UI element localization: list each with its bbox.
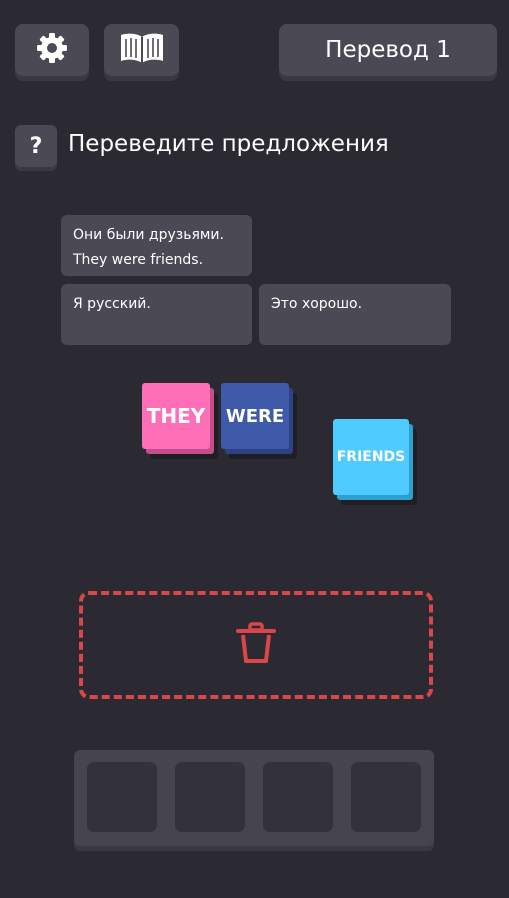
word-block-friends[interactable]: FRIENDS	[333, 419, 409, 495]
trash-icon	[234, 621, 278, 669]
sentence-text: Это хорошо.	[271, 296, 363, 312]
instruction-text: Переведите предложения	[68, 131, 389, 157]
book-icon	[118, 31, 166, 69]
word-slot[interactable]	[87, 762, 157, 832]
help-button[interactable]: ?	[15, 125, 57, 167]
word-block-they[interactable]: THEY	[142, 383, 210, 449]
word-slot-tray	[74, 750, 434, 846]
sentence-text: Я русский.	[73, 296, 151, 312]
word-block-were[interactable]: WERE	[221, 383, 289, 449]
sentence-card: Это хорошо.	[259, 284, 451, 345]
settings-button[interactable]	[15, 24, 89, 76]
word-slot[interactable]	[175, 762, 245, 832]
sentence-card: Они были друзьями. They were friends.	[61, 215, 252, 276]
level-title: Перевод 1	[325, 37, 451, 63]
sentence-text: Они были друзьями.	[73, 227, 224, 243]
gear-icon	[34, 30, 70, 70]
translation-text: They were friends.	[73, 252, 204, 268]
level-title-button[interactable]: Перевод 1	[279, 24, 497, 76]
trash-drop-zone[interactable]	[79, 591, 433, 699]
book-button[interactable]	[104, 24, 179, 76]
word-slot[interactable]	[351, 762, 421, 832]
sentence-card: Я русский.	[61, 284, 252, 345]
help-label: ?	[29, 133, 43, 159]
word-slot[interactable]	[263, 762, 333, 832]
